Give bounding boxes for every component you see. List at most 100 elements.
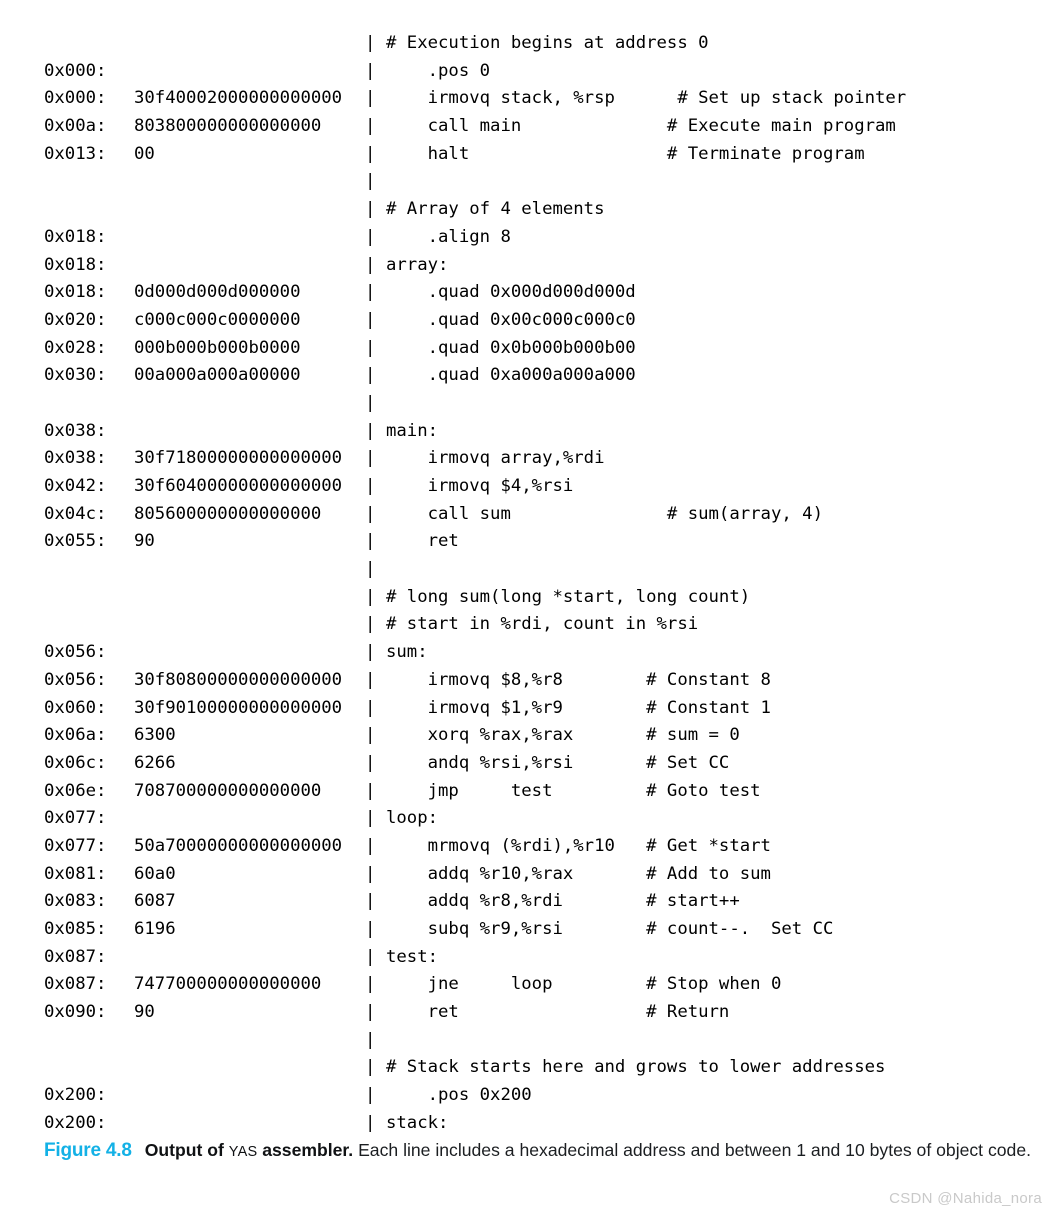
column-separator-bar: | <box>365 697 376 718</box>
line-object-code: 30f40002000000000000 <box>134 88 343 109</box>
line-source-text: .align 8 <box>386 226 511 247</box>
figure-caption: Figure 4.8 Output of YAS assembler. Each … <box>44 1138 1039 1165</box>
line-object-code: 6196 <box>134 919 176 939</box>
code-line: 0x200: | stack: <box>44 1110 1034 1138</box>
line-address: 0x038: <box>44 448 107 469</box>
code-line: 0x030: 00a000a000a00000 | .quad 0xa000a000… <box>44 362 1034 390</box>
code-line: 0x042: 30f60400000000000000 | irmovq $4,%r… <box>44 473 1034 501</box>
code-line: | # Execution begins at address 0 <box>44 30 1034 58</box>
column-separator-bar: | <box>365 503 376 524</box>
code-line: | # long sum(long *start, long count) <box>44 584 1034 612</box>
line-address: 0x090: <box>44 1002 107 1023</box>
line-source-text: irmovq $8,%r8 # Constant 8 <box>386 669 771 690</box>
line-source-text: .quad 0xa000a000a000 <box>386 365 636 386</box>
line-object-code: 747700000000000000 <box>134 974 322 995</box>
line-address: 0x056: <box>44 642 107 663</box>
code-line: | # Stack starts here and grows to lower … <box>44 1054 1034 1082</box>
line-source-text: # Execution begins at address 0 <box>386 33 709 53</box>
line-address: 0x000: <box>44 88 107 109</box>
line-source-text: jmp test # Goto test <box>386 780 761 801</box>
line-object-code: 805600000000000000 <box>134 503 322 524</box>
line-object-code: 6300 <box>134 725 176 746</box>
column-separator-bar: | <box>365 808 376 829</box>
line-address: 0x028: <box>44 337 107 358</box>
line-source-text: # Stack starts here and grows to lower a… <box>386 1057 886 1078</box>
column-separator-bar: | <box>365 392 376 413</box>
line-object-code: 0d000d000d000000 <box>134 282 301 303</box>
column-separator-bar: | <box>365 752 376 773</box>
line-source-text: main: <box>386 420 439 441</box>
code-line: 0x013: 00 | halt # Terminate program <box>44 141 1034 169</box>
watermark-label: CSDN @Nahida_nora <box>889 1190 1042 1207</box>
column-separator-bar: | <box>365 171 376 192</box>
line-source-text: irmovq $4,%rsi <box>386 476 574 496</box>
column-separator-bar: | <box>365 88 376 109</box>
line-source-text: jne loop # Stop when 0 <box>386 974 782 995</box>
column-separator-bar: | <box>365 254 376 275</box>
line-source-text: stack: <box>386 1112 449 1133</box>
line-source-text: addq %r10,%rax # Add to sum <box>386 863 771 884</box>
column-separator-bar: | <box>365 476 376 496</box>
line-source-text: mrmovq (%rdi),%r10 # Get *start <box>386 835 771 856</box>
caption-title-part1: Output of <box>144 1140 229 1160</box>
column-separator-bar: | <box>365 1057 376 1078</box>
code-line: 0x06c: 6266 | andq %rsi,%rsi # Set CC <box>44 750 1034 778</box>
column-separator-bar: | <box>365 309 376 330</box>
line-source-text: loop: <box>386 808 439 829</box>
line-address: 0x013: <box>44 143 107 164</box>
line-object-code: 6266 <box>134 752 176 773</box>
column-separator-bar: | <box>365 642 376 663</box>
line-address: 0x087: <box>44 974 107 995</box>
line-source-text: # Array of 4 elements <box>386 199 605 220</box>
code-line: 0x087: | test: <box>44 944 1034 972</box>
line-address: 0x020: <box>44 309 107 330</box>
caption-body-text: Each line includes a hexadecimal address… <box>353 1140 1031 1160</box>
line-object-code: 708700000000000000 <box>134 780 322 801</box>
column-separator-bar: | <box>365 143 376 164</box>
line-address: 0x060: <box>44 697 107 718</box>
code-line: 0x083: 6087 | addq %r8,%rdi # start++ <box>44 888 1034 916</box>
column-separator-bar: | <box>365 586 376 607</box>
line-object-code: 90 <box>134 531 155 552</box>
line-address: 0x200: <box>44 1085 107 1106</box>
caption-title-part2: assembler. <box>257 1140 354 1160</box>
code-line: 0x018: 0d000d000d000000 | .quad 0x000d000d… <box>44 279 1034 307</box>
line-address: 0x018: <box>44 254 107 275</box>
code-line: 0x077: | loop: <box>44 805 1034 833</box>
line-object-code: 000b000b000b0000 <box>134 337 301 358</box>
column-separator-bar: | <box>365 199 376 220</box>
code-line: 0x077: 50a70000000000000000 | mrmovq (%rdi… <box>44 833 1034 861</box>
line-source-text: sum: <box>386 642 428 663</box>
line-source-text: irmovq $1,%r9 # Constant 1 <box>386 697 771 718</box>
line-object-code: 803800000000000000 <box>134 116 322 137</box>
line-address: 0x200: <box>44 1112 107 1133</box>
line-object-code: 6087 <box>134 891 176 912</box>
line-source-text: call main # Execute main program <box>386 116 896 137</box>
line-source-text: subq %r9,%rsi # count--. Set CC <box>386 919 834 939</box>
line-source-text: # start in %rdi, count in %rsi <box>386 614 699 635</box>
code-line: 0x020: c000c000c0000000 | .quad 0x00c000c0… <box>44 307 1034 335</box>
line-source-text: .pos 0 <box>386 60 491 81</box>
line-address: 0x030: <box>44 365 107 386</box>
code-line: 0x000: | .pos 0 <box>44 58 1034 86</box>
line-source-text: halt # Terminate program <box>386 143 865 164</box>
line-address: 0x06a: <box>44 725 107 746</box>
line-address: 0x077: <box>44 835 107 856</box>
line-address: 0x081: <box>44 863 107 884</box>
column-separator-bar: | <box>365 33 376 53</box>
line-object-code: 00 <box>134 143 155 164</box>
line-address: 0x04c: <box>44 503 107 524</box>
figure-container: | # Execution begins at address 0 0x000: | … <box>0 0 1058 1220</box>
column-separator-bar: | <box>365 780 376 801</box>
code-line: 0x055: 90 | ret <box>44 528 1034 556</box>
line-object-code: 30f71800000000000000 <box>134 448 343 469</box>
line-source-text: addq %r8,%rdi # start++ <box>386 891 740 912</box>
line-source-text: array: <box>386 254 449 275</box>
column-separator-bar: | <box>365 725 376 746</box>
line-source-text: .pos 0x200 <box>386 1085 532 1106</box>
line-object-code: 90 <box>134 1002 155 1023</box>
column-separator-bar: | <box>365 559 376 580</box>
line-address: 0x042: <box>44 476 107 496</box>
code-line: 0x06a: 6300 | xorq %rax,%rax # sum = 0 <box>44 722 1034 750</box>
line-object-code: 50a70000000000000000 <box>134 835 343 856</box>
